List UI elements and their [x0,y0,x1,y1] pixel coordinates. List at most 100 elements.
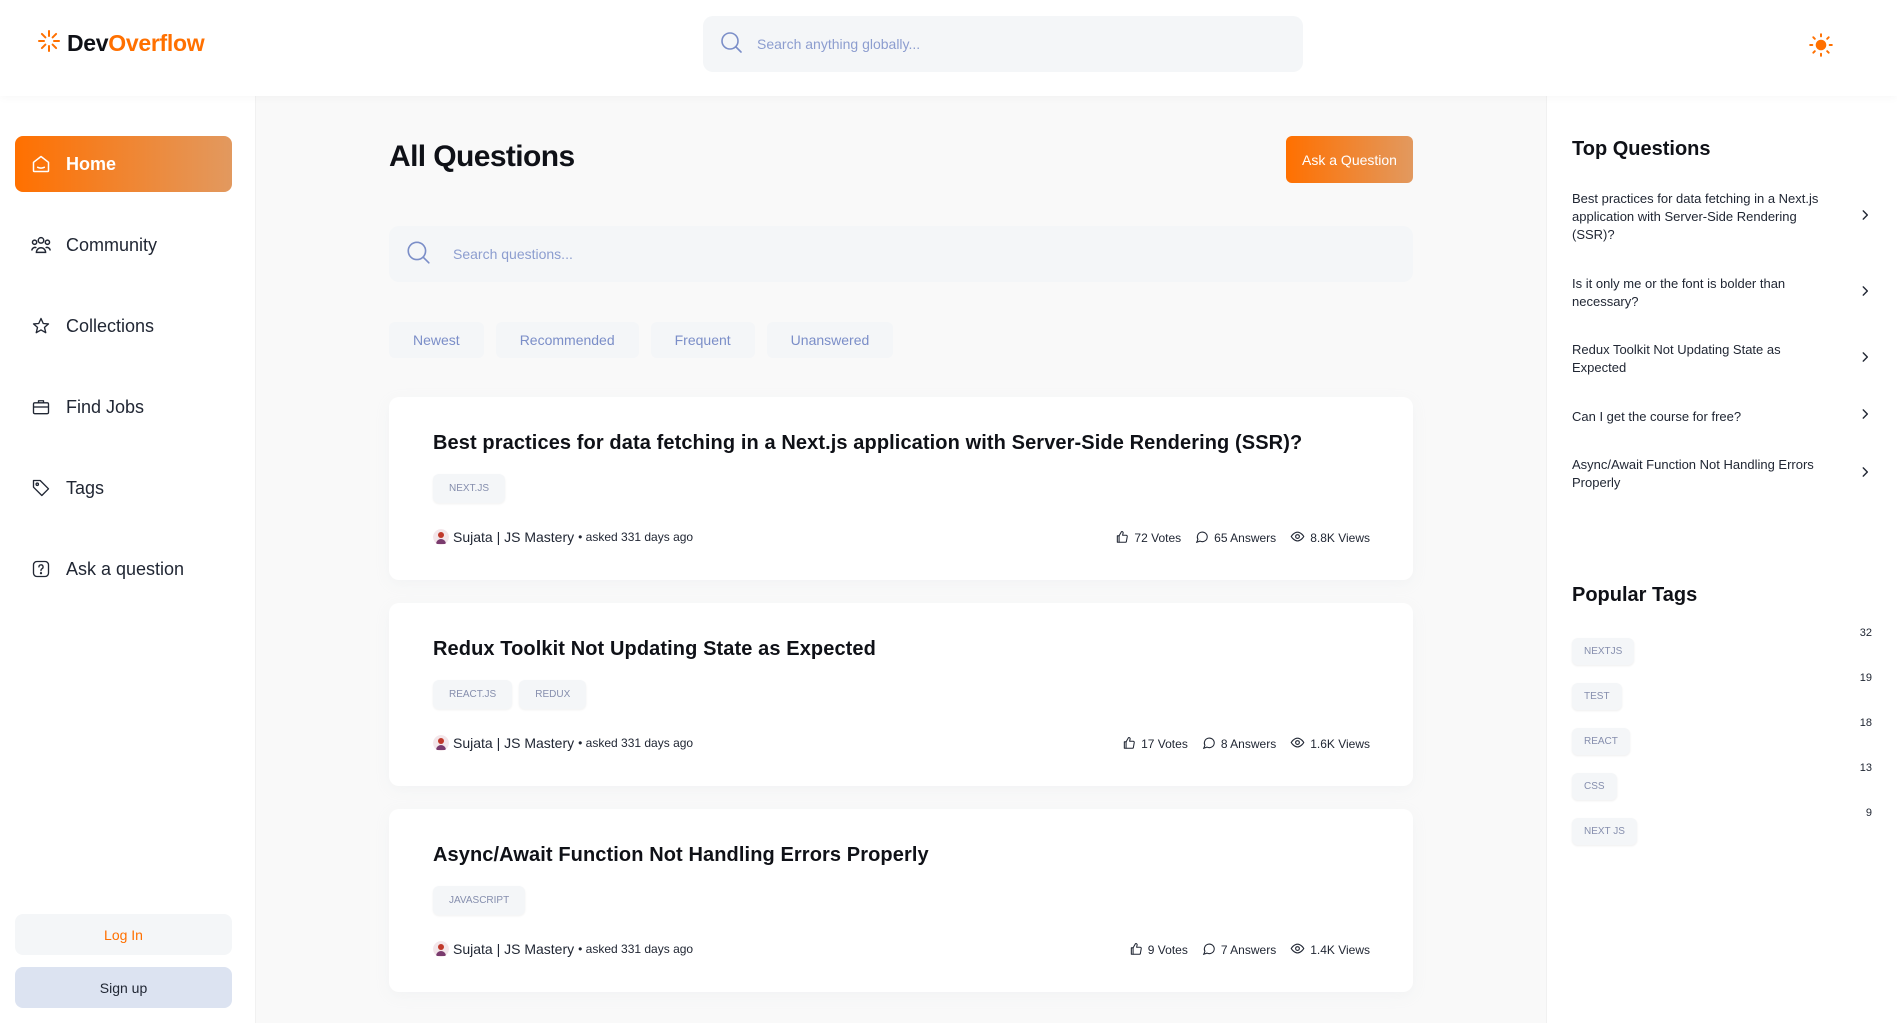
votes-stat: 17 Votes [1122,736,1188,753]
sidebar-item-home[interactable]: Home [15,136,232,192]
filter-newest[interactable]: Newest [389,322,484,358]
popular-tag: NEXTJS [1572,638,1635,665]
eye-icon [1290,941,1305,959]
answers-count: 65 Answers [1214,531,1277,545]
left-sidebar: Home Community Collections Find Jobs Tag… [0,96,256,1023]
popular-tag-item[interactable]: NEXT JS 9 [1572,807,1872,845]
global-search-input[interactable] [757,36,1303,52]
asked-time: • asked 331 days ago [578,942,694,956]
answers-stat: 65 Answers [1195,530,1276,547]
top-question-item[interactable]: Is it only me or the font is bolder than… [1572,275,1872,311]
tag-count: 32 [1859,627,1872,639]
views-count: 1.6K Views [1310,737,1370,751]
question-title[interactable]: Redux Toolkit Not Updating State as Expe… [433,638,876,661]
question-title[interactable]: Best practices for data fetching in a Ne… [433,432,1302,455]
sidebar-item-community[interactable]: Community [15,217,232,273]
question-author[interactable]: Sujata | JS Mastery • asked 331 days ago [433,529,693,545]
login-button[interactable]: Log In [15,914,232,955]
question-title[interactable]: Async/Await Function Not Handling Errors… [433,844,929,867]
sidebar-item-ask-question[interactable]: Ask a question [15,541,232,597]
logo-text: DevOverflow [67,30,205,57]
question-tag[interactable]: REDUX [519,680,587,709]
top-question-item[interactable]: Async/Await Function Not Handling Errors… [1572,456,1872,492]
tag-count: 9 [1865,807,1872,819]
chevron-right-icon [1858,208,1872,227]
popular-tag-item[interactable]: TEST 19 [1572,672,1872,710]
page-title: All Questions [389,140,575,173]
top-question-item[interactable]: Best practices for data fetching in a Ne… [1572,190,1872,244]
views-stat: 8.8K Views [1290,529,1370,547]
logo-text-overflow: Overflow [108,30,205,56]
avatar [433,941,449,957]
chevron-right-icon [1858,284,1872,303]
filter-unanswered[interactable]: Unanswered [766,322,894,358]
eye-icon [1290,529,1305,547]
chevron-right-icon [1858,407,1872,426]
tag-count: 18 [1859,717,1872,729]
question-card: Redux Toolkit Not Updating State as Expe… [389,603,1413,786]
top-question-text: Best practices for data fetching in a Ne… [1572,191,1819,242]
top-question-text: Redux Toolkit Not Updating State as Expe… [1572,342,1781,375]
filter-recommended[interactable]: Recommended [495,322,639,358]
message-icon [1202,736,1216,753]
sidebar-item-find-jobs[interactable]: Find Jobs [15,379,232,435]
sidebar-item-tags[interactable]: Tags [15,460,232,516]
filter-frequent[interactable]: Frequent [650,322,755,358]
like-icon [1129,942,1143,959]
question-search-bar[interactable] [389,226,1413,282]
question-stats: 9 Votes 7 Answers 1.4K Views [1129,941,1370,959]
sun-icon [1808,33,1834,62]
like-icon [1115,530,1129,547]
top-question-text: Can I get the course for free? [1572,408,1742,424]
question-tag[interactable]: REACT.JS [433,680,513,709]
popular-tag: REACT [1572,728,1630,755]
question-stats: 17 Votes 8 Answers 1.6K Views [1122,735,1370,753]
question-search-input[interactable] [453,246,1413,262]
question-author[interactable]: Sujata | JS Mastery • asked 331 days ago [433,735,693,751]
top-question-item[interactable]: Redux Toolkit Not Updating State as Expe… [1572,341,1872,377]
home-icon [30,153,52,175]
like-icon [1122,736,1136,753]
votes-count: 72 Votes [1134,531,1182,545]
answers-count: 8 Answers [1220,737,1277,751]
logo[interactable]: DevOverflow [37,29,205,58]
question-icon [30,558,52,580]
sidebar-item-label: Community [66,234,158,255]
global-search-bar[interactable] [703,16,1303,72]
theme-toggle-button[interactable] [1808,32,1834,58]
suitcase-icon [30,396,52,418]
popular-tag-item[interactable]: CSS 13 [1572,762,1872,800]
avatar [433,529,449,545]
message-icon [1202,942,1216,959]
views-stat: 1.4K Views [1290,941,1370,959]
question-tags: NEXT.JS [433,474,506,503]
popular-tag: CSS [1572,773,1617,800]
votes-count: 9 Votes [1147,943,1188,957]
views-count: 1.4K Views [1310,943,1370,957]
author-name: Sujata | JS Mastery [453,941,575,957]
users-icon [30,234,52,256]
top-question-item[interactable]: Can I get the course for free? [1572,407,1872,426]
popular-tag-item[interactable]: NEXTJS 32 [1572,627,1872,665]
asked-time: • asked 331 days ago [578,530,694,544]
question-author[interactable]: Sujata | JS Mastery • asked 331 days ago [433,941,693,957]
votes-stat: 9 Votes [1129,942,1188,959]
author-name: Sujata | JS Mastery [453,735,575,751]
sidebar-item-label: Ask a question [66,558,185,579]
top-question-text: Is it only me or the font is bolder than… [1572,276,1786,309]
popular-tags-heading: Popular Tags [1572,584,1698,606]
question-tag[interactable]: JAVASCRIPT [433,886,526,915]
top-question-text: Async/Await Function Not Handling Errors… [1572,457,1814,490]
sidebar-item-collections[interactable]: Collections [15,298,232,354]
sidebar-item-label: Tags [66,477,105,498]
ask-question-button[interactable]: Ask a Question [1286,136,1413,183]
answers-stat: 7 Answers [1202,942,1276,959]
popular-tag-item[interactable]: REACT 18 [1572,717,1872,755]
answers-stat: 8 Answers [1202,736,1276,753]
question-tag[interactable]: NEXT.JS [433,474,506,503]
asked-time: • asked 331 days ago [578,736,694,750]
views-stat: 1.6K Views [1290,735,1370,753]
avatar [433,735,449,751]
chevron-right-icon [1858,350,1872,369]
signup-button[interactable]: Sign up [15,967,232,1008]
